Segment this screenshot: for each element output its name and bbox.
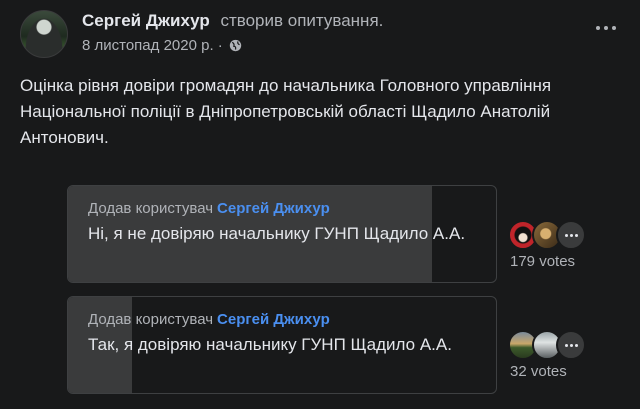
post-text: Оцінка рівня довіри громадян до начальни…	[20, 76, 552, 147]
post-action: створив опитування.	[220, 11, 384, 30]
more-voters-button[interactable]	[556, 330, 586, 360]
vote-count[interactable]: 32 votes	[510, 363, 567, 380]
author-name[interactable]: Сергей Джихур	[82, 11, 210, 30]
poll-option-text: Ні, я не довіряю начальнику ГУНП Щадило …	[88, 224, 466, 243]
poll-option[interactable]: Додав користувач Сергей Джихур Ні, я не д…	[67, 185, 497, 283]
added-by-label: Додав користувач	[88, 311, 214, 328]
added-by: Додав користувач Сергей Джихур	[88, 200, 482, 217]
added-by: Додав користувач Сергей Джихур	[88, 311, 482, 328]
poll-option[interactable]: Додав користувач Сергей Джихур Так, я дов…	[67, 296, 497, 394]
poll-option-text: Так, я довіряю начальнику ГУНП Щадило А.…	[88, 335, 452, 354]
voter-avatars	[508, 330, 586, 360]
added-by-label: Додав користувач	[88, 200, 214, 217]
post-date[interactable]: 8 листопад 2020 р. ·	[82, 37, 223, 54]
more-voters-button[interactable]	[556, 220, 586, 250]
voter-avatars	[508, 220, 586, 250]
post-meta: 8 листопад 2020 р. ·	[82, 37, 242, 54]
more-options-button[interactable]	[592, 18, 620, 38]
author-line: Сергей Джихур створив опитування.	[82, 11, 383, 31]
added-by-name[interactable]: Сергей Джихур	[217, 200, 330, 217]
post-header: Сергей Джихур створив опитування. 8 лист…	[20, 10, 620, 60]
globe-icon	[229, 39, 241, 52]
more-dot-icon	[604, 26, 608, 30]
vote-count[interactable]: 179 votes	[510, 253, 575, 270]
more-dot-icon	[612, 26, 616, 30]
more-dot-icon	[596, 26, 600, 30]
added-by-name[interactable]: Сергей Джихур	[217, 311, 330, 328]
author-avatar[interactable]	[20, 10, 68, 58]
